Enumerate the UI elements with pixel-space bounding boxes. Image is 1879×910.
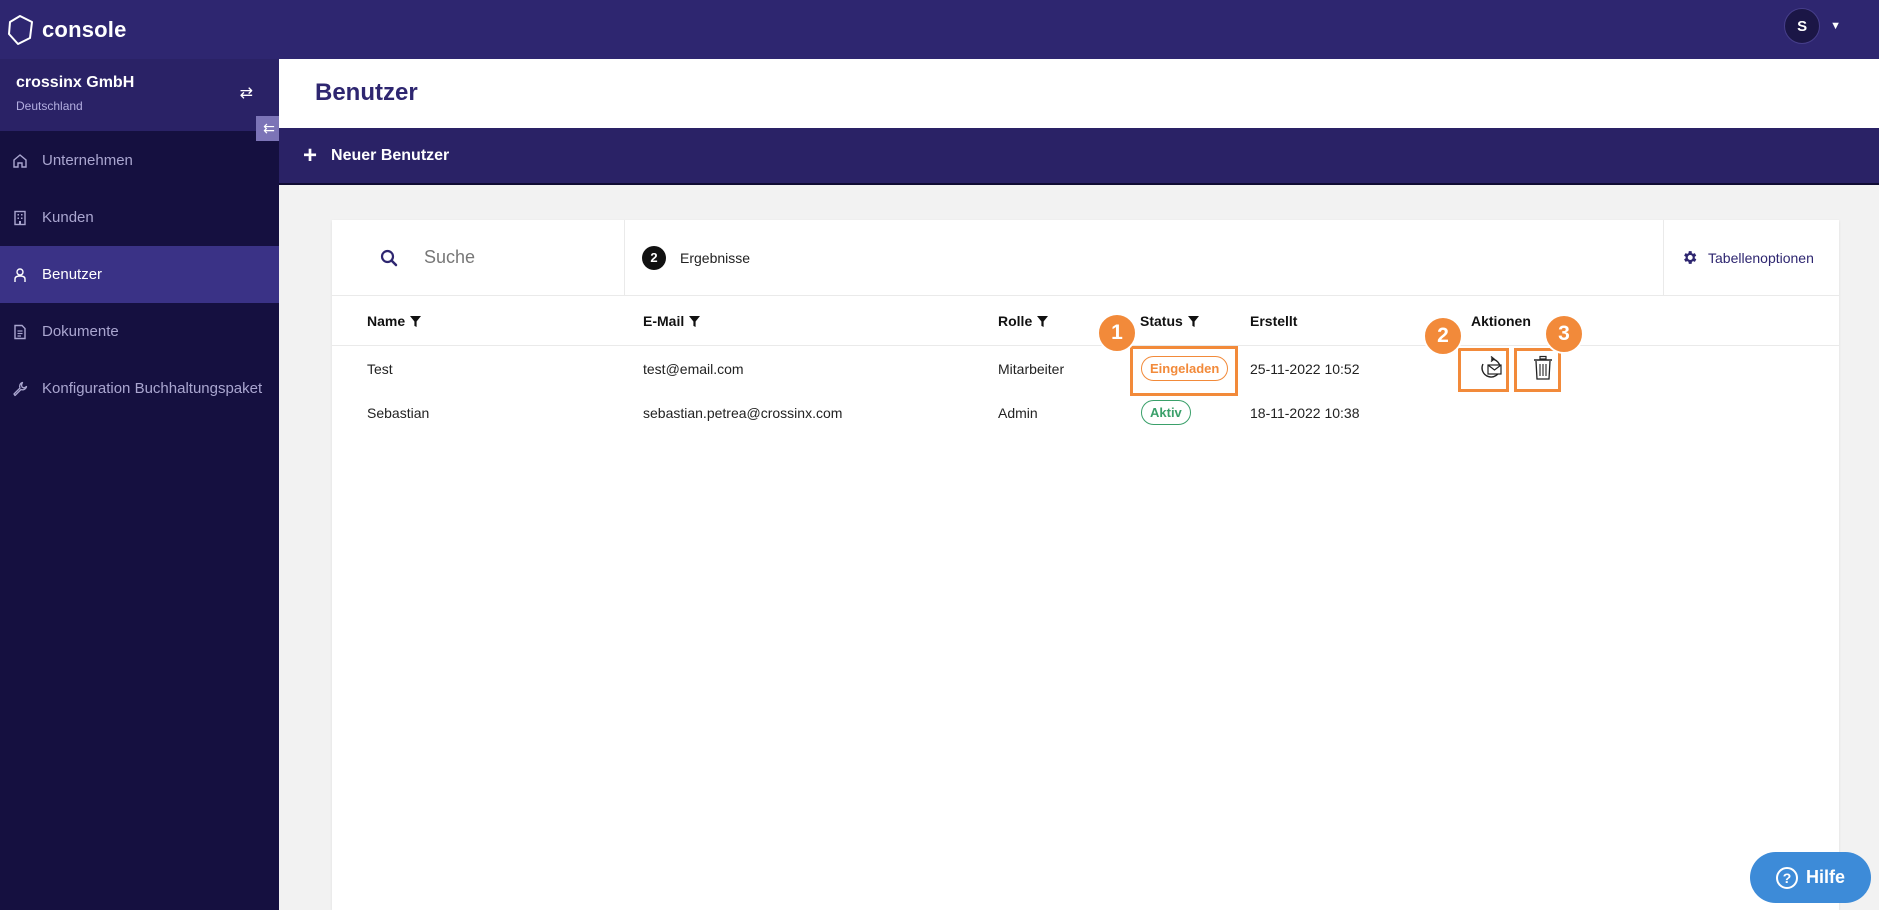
annotation-marker-3: 3 [1544, 314, 1584, 354]
table-options-button[interactable]: Tabellenoptionen [1663, 220, 1839, 295]
column-header-created[interactable]: Erstellt [1250, 313, 1297, 329]
column-header-actions: Aktionen [1471, 313, 1531, 329]
help-button[interactable]: ? Hilfe [1750, 852, 1871, 903]
help-label: Hilfe [1805, 867, 1845, 887]
gear-icon [1684, 251, 1697, 264]
user-menu[interactable]: S ▼ [1784, 8, 1841, 44]
company-country: Deutschland [16, 99, 83, 113]
avatar[interactable]: S [1784, 8, 1821, 44]
page-title: Benutzer [315, 79, 418, 106]
search-box [332, 220, 625, 295]
document-icon [12, 324, 28, 340]
sidebar-item-label: Benutzer [42, 266, 103, 283]
status-badge: Aktiv [1141, 400, 1191, 425]
cell-email: sebastian.petrea@crossinx.com [643, 405, 843, 421]
search-icon[interactable] [380, 249, 398, 267]
question-icon: ? [1775, 866, 1798, 889]
filter-icon[interactable] [689, 315, 701, 327]
sidebar-item-kunden[interactable]: Kunden [0, 189, 279, 246]
sidebar-item-label: Unternehmen [42, 152, 133, 169]
column-header-label: Aktionen [1471, 313, 1531, 329]
user-icon [12, 267, 28, 283]
annotation-marker-2: 2 [1423, 316, 1463, 356]
cell-role: Admin [998, 405, 1038, 421]
filter-icon[interactable] [1037, 315, 1049, 327]
table-row[interactable]: Sebastian sebastian.petrea@crossinx.com … [332, 392, 1839, 436]
sidebar-item-label: Dokumente [42, 323, 119, 340]
filter-icon[interactable] [410, 315, 422, 327]
column-header-label: Status [1140, 313, 1183, 329]
results-summary: 2 Ergebnisse [625, 220, 1663, 295]
results-label: Ergebnisse [680, 249, 751, 266]
sidebar: crossinx GmbH Deutschland ⇄ ⇇ Unternehme… [0, 59, 282, 910]
column-header-label: Rolle [998, 313, 1033, 329]
logo[interactable]: console [6, 14, 127, 46]
results-count-badge: 2 [642, 245, 666, 270]
sidebar-nav: Unternehmen Kunden Benutzer Dokumente Ko… [0, 132, 279, 417]
sidebar-item-label: Kunden [42, 209, 94, 226]
cell-email: test@email.com [643, 361, 744, 377]
logo-text: console [42, 16, 127, 42]
table-header-row: Name E-Mail Rolle Status Erstellt Aktion… [332, 296, 1839, 346]
sidebar-item-benutzer[interactable]: Benutzer [0, 246, 279, 303]
wrench-icon [12, 381, 28, 397]
cell-name: Test [367, 361, 393, 377]
table-toolbar: 2 Ergebnisse Tabellenoptionen [332, 220, 1839, 296]
sidebar-item-label: Konfiguration Buchhaltungspaket [42, 380, 263, 397]
table-row[interactable]: Test test@email.com Mitarbeiter Eingelad… [332, 348, 1839, 392]
search-input[interactable] [424, 247, 604, 268]
new-user-button[interactable]: + Neuer Benutzer [279, 128, 1879, 185]
logo-icon [8, 14, 33, 45]
highlight-box-status [1130, 346, 1238, 396]
column-header-role[interactable]: Rolle [998, 313, 1049, 329]
page-header: Benutzer [279, 59, 1879, 128]
switch-company-icon[interactable]: ⇄ [240, 83, 253, 103]
highlight-box-delete [1514, 348, 1561, 392]
filter-icon[interactable] [1187, 315, 1199, 327]
cell-role: Mitarbeiter [998, 361, 1065, 377]
building-icon [12, 210, 28, 226]
column-header-email[interactable]: E-Mail [643, 313, 701, 329]
table-options-label: Tabellenoptionen [1708, 249, 1814, 266]
company-selector: crossinx GmbH Deutschland ⇄ [0, 59, 279, 131]
column-header-label: Name [367, 313, 406, 329]
chevron-down-icon[interactable]: ▼ [1830, 20, 1841, 32]
sidebar-item-konfiguration[interactable]: Konfiguration Buchhaltungspaket [0, 360, 279, 417]
users-table-card: 2 Ergebnisse Tabellenoptionen Name E-Mai… [332, 220, 1839, 910]
top-bar: console S ▼ [0, 0, 1879, 59]
annotation-marker-1: 1 [1097, 313, 1137, 353]
collapse-icon: ⇇ [263, 120, 275, 136]
column-header-label: Erstellt [1250, 313, 1298, 329]
sidebar-item-unternehmen[interactable]: Unternehmen [0, 132, 279, 189]
new-user-label: Neuer Benutzer [331, 146, 450, 164]
column-header-label: E-Mail [643, 313, 685, 329]
column-header-name[interactable]: Name [367, 313, 422, 329]
highlight-box-resend [1458, 348, 1509, 392]
cell-name: Sebastian [367, 405, 430, 421]
sidebar-item-dokumente[interactable]: Dokumente [0, 303, 279, 360]
cell-created: 18-11-2022 10:38 [1250, 405, 1360, 421]
home-icon [12, 153, 28, 169]
plus-icon: + [303, 141, 318, 169]
company-name: crossinx GmbH [16, 74, 135, 91]
column-header-status[interactable]: Status [1140, 313, 1199, 329]
cell-created: 25-11-2022 10:52 [1250, 361, 1360, 377]
